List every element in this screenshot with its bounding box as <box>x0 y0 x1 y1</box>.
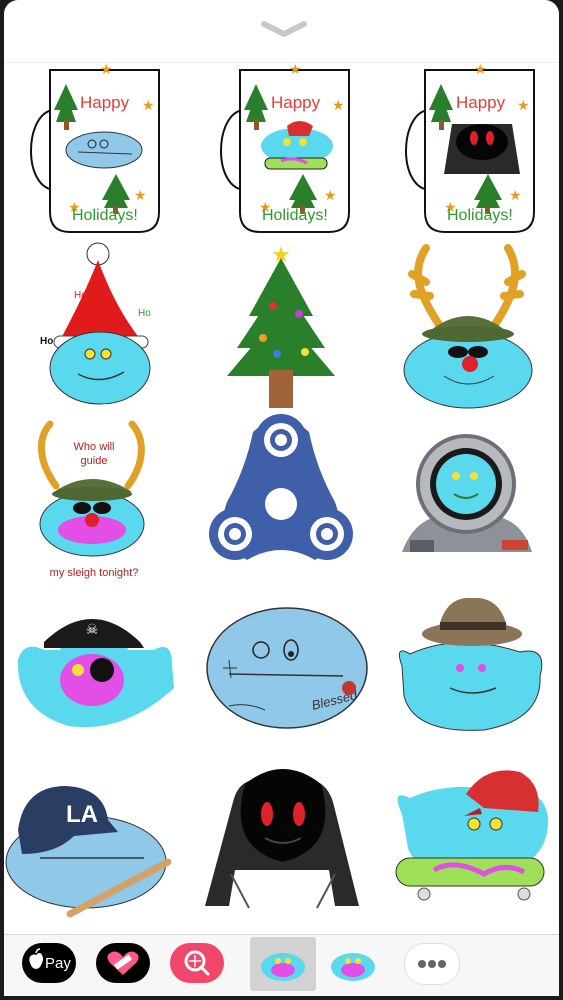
svg-text:★: ★ <box>289 61 302 77</box>
la-logo: LA <box>66 801 98 828</box>
ho-text: Ho <box>40 336 53 347</box>
caption-line2: guide <box>81 455 108 467</box>
svg-text:★: ★ <box>332 97 345 113</box>
apple-icon <box>29 953 43 969</box>
sticker-reindeer-question[interactable]: Who will guide my sleigh tonight? <box>4 410 189 584</box>
svg-text:★: ★ <box>134 187 147 203</box>
apple-pay-label: Pay <box>45 955 71 972</box>
sticker-reindeer-blob[interactable] <box>374 236 559 410</box>
sticker-blessed-blob[interactable]: Blessed <box>189 584 374 758</box>
mug-holidays-text: Holidays! <box>72 207 138 224</box>
sticker-christmas-tree[interactable]: ★ <box>189 236 374 410</box>
sticker-pack-icon[interactable] <box>326 945 380 985</box>
svg-text:★: ★ <box>517 97 530 113</box>
svg-text:★: ★ <box>100 61 113 77</box>
mug-holidays-text: Holidays! <box>262 207 328 224</box>
caption-line1: Who will <box>74 441 115 453</box>
sticker-mug-skater[interactable]: ★ ★ ★ ★ Happy Holidays! <box>189 61 374 236</box>
svg-text:☠: ☠ <box>86 621 99 637</box>
sticker-mug-jacket[interactable]: ★ ★ ★ ★ Happy Holidays! <box>374 61 559 236</box>
sticker-santa-hat-blob[interactable]: Ho Ho Ho <box>4 236 189 410</box>
mug-holidays-text: Holidays! <box>447 207 513 224</box>
svg-text:★: ★ <box>142 97 155 113</box>
caption-line3: my sleigh tonight? <box>50 567 139 579</box>
sticker-skater-blob[interactable] <box>374 758 559 932</box>
sticker-baseball-blob[interactable]: LA <box>4 758 189 932</box>
svg-text:★: ★ <box>474 61 487 77</box>
ho-text: Ho <box>138 308 151 319</box>
more-apps-icon[interactable] <box>404 943 460 985</box>
sticker-fidget-spinner[interactable] <box>189 410 374 584</box>
mug-happy-text: Happy <box>456 93 506 112</box>
image-search-icon[interactable] <box>170 943 224 983</box>
sticker-fedora-blob[interactable] <box>374 584 559 758</box>
collapse-chevron-icon[interactable] <box>260 20 308 38</box>
heart-app-icon[interactable] <box>96 943 150 983</box>
sticker-grid: ★ ★ ★ ★ Happy Holidays! ★ ★ ★ ★ Happy Ho… <box>4 61 559 934</box>
sticker-jacket-blob[interactable] <box>189 758 374 932</box>
sticker-drawer: ★ ★ ★ ★ Happy Holidays! ★ ★ ★ ★ Happy Ho… <box>4 0 559 996</box>
mug-happy-text: Happy <box>271 93 321 112</box>
mug-happy-text: Happy <box>80 93 130 112</box>
svg-text:★: ★ <box>324 187 337 203</box>
sticker-mug-blob[interactable]: ★ ★ ★ ★ Happy Holidays! <box>4 61 189 236</box>
sticker-astronaut[interactable] <box>374 410 559 584</box>
apple-pay-button[interactable]: Pay <box>22 943 76 983</box>
sticker-pirate-blob[interactable]: ☠ <box>4 584 189 758</box>
ho-text: Ho <box>74 290 87 301</box>
svg-text:★: ★ <box>509 187 522 203</box>
sticker-pack-selected-icon[interactable] <box>256 945 310 985</box>
app-drawer: Pay <box>4 934 559 996</box>
